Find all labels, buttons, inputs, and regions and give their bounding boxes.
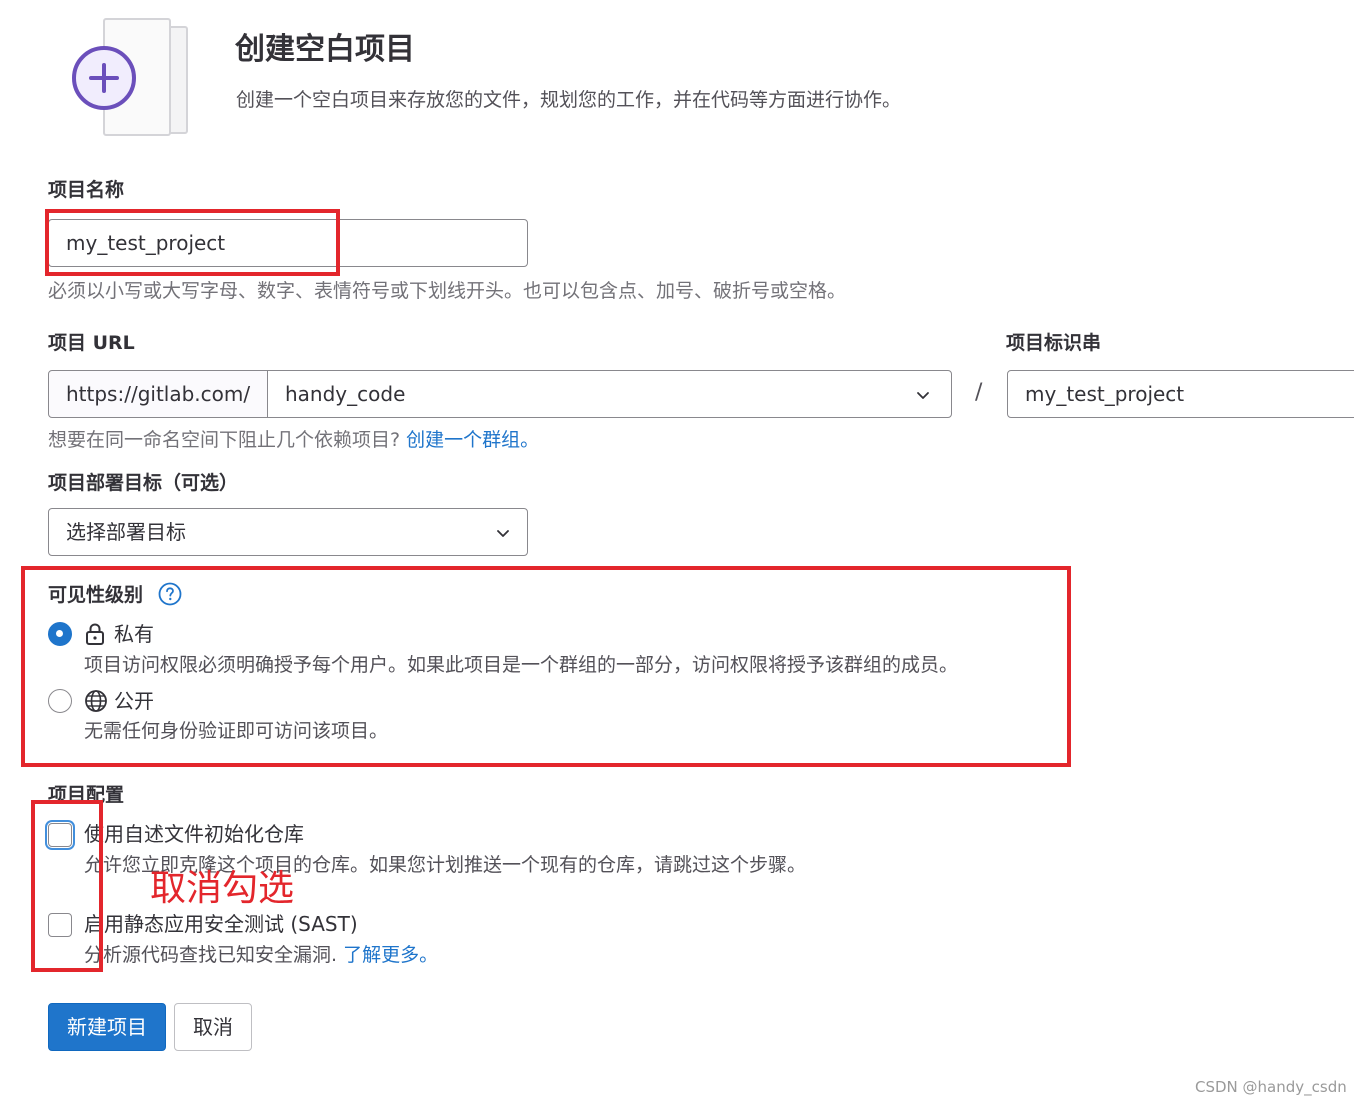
- annotation-box-project-name: [45, 209, 340, 276]
- sast-label: 启用静态应用安全测试 (SAST): [84, 912, 358, 936]
- project-url-prefix: https://gitlab.com/: [48, 370, 268, 418]
- project-name-help: 必须以小写或大写字母、数字、表情符号或下划线开头。也可以包含点、加号、破折号或空…: [48, 280, 847, 302]
- create-project-button[interactable]: 新建项目: [48, 1003, 166, 1051]
- create-group-link[interactable]: 创建一个群组。: [406, 429, 539, 451]
- deploy-target-label: 项目部署目标（可选）: [48, 472, 239, 494]
- learn-more-link[interactable]: 了解更多。: [343, 944, 438, 966]
- annotation-box-checkboxes: [31, 800, 103, 972]
- chevron-down-icon: [497, 530, 509, 537]
- chevron-down-icon: [917, 392, 929, 399]
- page-subtitle: 创建一个空白项目来存放您的文件，规划您的工作，并在代码等方面进行协作。: [236, 89, 902, 111]
- page-title: 创建空白项目: [235, 32, 415, 67]
- namespace-select-value: handy_code: [285, 382, 406, 406]
- project-name-label: 项目名称: [48, 179, 125, 201]
- namespace-select[interactable]: handy_code: [267, 370, 952, 418]
- readme-label: 使用自述文件初始化仓库: [84, 822, 304, 846]
- annotation-text: 取消勾选: [150, 868, 295, 909]
- sast-help: 分析源代码查找已知安全漏洞. 了解更多。: [84, 941, 438, 969]
- cancel-button[interactable]: 取消: [174, 1003, 252, 1051]
- watermark: CSDN @handy_csdn: [1195, 1078, 1347, 1096]
- deploy-target-value: 选择部署目标: [66, 520, 186, 544]
- sast-help-text: 分析源代码查找已知安全漏洞.: [84, 944, 338, 966]
- plus-icon: [72, 46, 136, 110]
- project-slug-label: 项目标识串: [1006, 332, 1102, 354]
- deploy-target-select[interactable]: 选择部署目标: [48, 508, 528, 556]
- annotation-box-visibility: [21, 566, 1071, 767]
- project-url-label: 项目 URL: [48, 332, 135, 354]
- url-separator: /: [975, 380, 983, 405]
- project-url-help: 想要在同一命名空间下阻止几个依赖项目? 创建一个群组。: [48, 426, 539, 454]
- project-slug-input[interactable]: my_test_project: [1007, 370, 1354, 418]
- project-url-help-text: 想要在同一命名空间下阻止几个依赖项目?: [48, 429, 401, 451]
